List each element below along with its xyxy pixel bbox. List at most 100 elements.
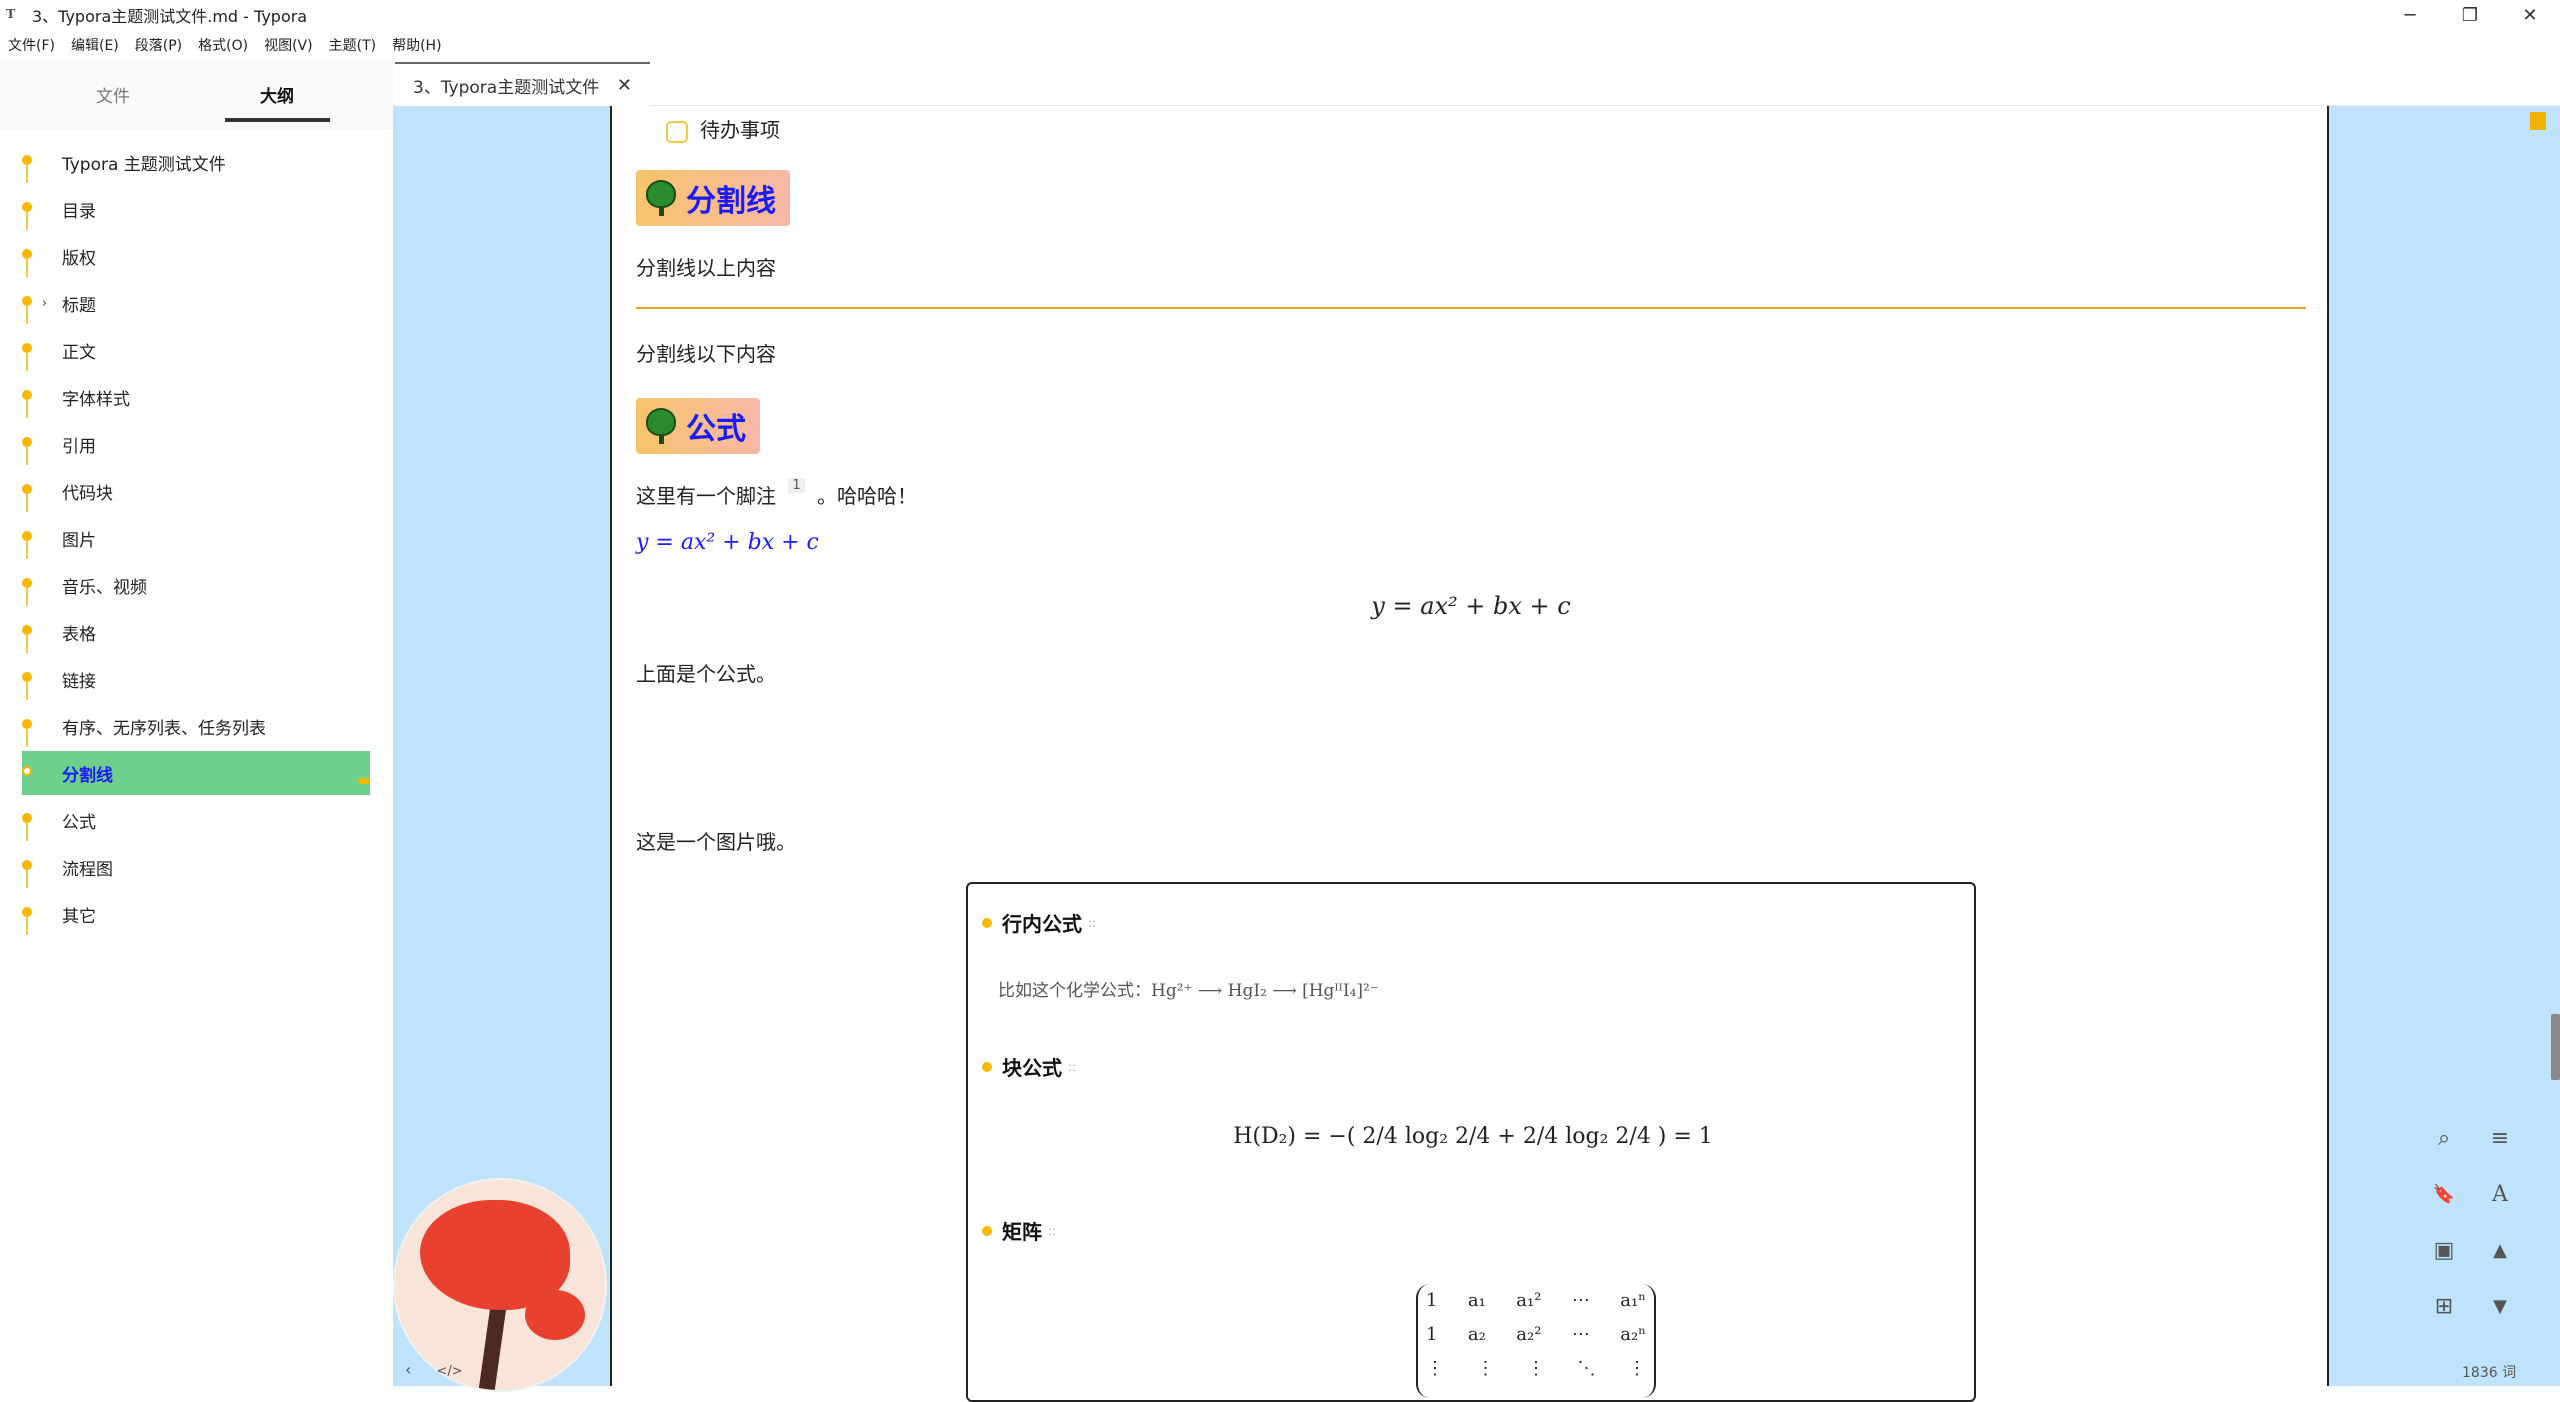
title-bar: T 3、Typora主题测试文件.md - Typora [0,0,2560,30]
matrix: 1 a₁ a₁² ⋯ a₁ⁿ 1 a₂ a₂² ⋯ a₂ⁿ ⋮ ⋮ ⋮ ⋱ ⋮ [1416,1284,1656,1398]
outline-item[interactable]: › 标题 [22,281,370,325]
sitemap-icon[interactable]: ⊞ [2422,1284,2466,1328]
footnote-tail: 。哈哈哈！ [817,484,917,508]
bullet-icon [982,1225,992,1236]
outline-item-active[interactable]: 分割线 [22,751,370,795]
outline-stem [26,447,28,465]
matrix-cell: 1 [1426,1290,1438,1311]
chemical-formula: 比如这个化学公式：Hg²⁺ ⟶ HgI₂ ⟶ [HgᴵᴵI₄]²⁻ [998,981,1379,1001]
display-formula[interactable]: y = ax² + bx + c [636,592,2306,620]
outline-stem [26,917,28,935]
outline-item[interactable]: 链接 [22,657,370,701]
embedded-image[interactable]: 行内公式 :: 比如这个化学公式：Hg²⁺ ⟶ HgI₂ ⟶ [HgᴵᴵI₄]²… [966,882,1976,1402]
matrix-cell: ⋮ [1628,1358,1646,1379]
outline-dot-icon [22,484,32,494]
close-tab-icon[interactable]: ✕ [617,75,632,96]
heading-formula: 公式 [636,398,760,454]
tab-files[interactable]: 文件 [96,82,130,107]
scroll-up-icon[interactable]: ▲ [2478,1228,2522,1272]
outline-stem [26,635,28,653]
outline-item[interactable]: 音乐、视频 [22,563,370,607]
font-icon[interactable]: A [2478,1172,2522,1216]
matrix-cell: a₁ [1467,1290,1486,1311]
menu-view[interactable]: 视图(V) [256,35,321,55]
menu-format[interactable]: 格式(O) [190,35,256,55]
menu-file[interactable]: 文件(F) [0,35,63,55]
matrix-cell: 1 [1426,1324,1438,1345]
outline-list-icon[interactable]: ≡ [2478,1116,2522,1160]
outline-item[interactable]: 字体样式 [22,375,370,419]
outline-item-label: 引用 [62,436,96,457]
outline-item[interactable]: 引用 [22,422,370,466]
matrix-cell: a₂ⁿ [1620,1324,1646,1345]
expand-chevron-icon[interactable]: › [42,296,47,311]
document-tab-title: 3、Typora主题测试文件 [413,77,600,98]
outline-item[interactable]: 表格 [22,610,370,654]
outline-item-label: 其它 [62,906,96,927]
bullet-icon [982,917,992,928]
task-text: 待办事项 [700,118,780,142]
outline-item-label: 目录 [62,201,96,222]
active-marker [358,778,370,784]
task-list-item: 待办事项 [666,114,780,143]
maximize-button[interactable]: ❐ [2440,0,2500,30]
source-code-mode-icon[interactable]: </> [437,1364,463,1379]
matrix-cell: a₂² [1516,1324,1542,1345]
close-window-button[interactable]: ✕ [2500,0,2560,30]
matrix-cell: a₁² [1516,1290,1542,1311]
section-title: 行内公式 [1002,912,1082,936]
image-icon[interactable]: ▣ [2422,1228,2466,1272]
matrix-cell: a₂ [1467,1324,1486,1345]
tab-outline[interactable]: 大纲 [260,82,294,107]
outline-item-label: 链接 [62,671,96,692]
scrollbar-thumb[interactable] [2551,1014,2560,1080]
outline-item[interactable]: Typora 主题测试文件 [22,140,370,184]
outline-item[interactable]: 公式 [22,798,370,842]
footnote-paragraph: 这里有一个脚注 1 。哈哈哈！ [636,478,917,509]
outline-item[interactable]: 代码块 [22,469,370,513]
word-count[interactable]: 1836 词 [2462,1362,2516,1382]
drag-handle-icon: :: [1068,1059,1077,1074]
matrix-cell: ⋱ [1577,1358,1596,1379]
inline-formula[interactable]: y = ax² + bx + c [636,530,819,555]
outline-dot-icon [22,578,32,588]
outline-stem [26,870,28,888]
menu-help[interactable]: 帮助(H) [384,35,449,55]
outline-stem [26,588,28,606]
outline-item-label: 代码块 [62,483,113,504]
menu-theme[interactable]: 主题(T) [321,35,384,55]
document-tab[interactable]: 3、Typora主题测试文件 ✕ [395,62,650,106]
outline-stem [26,682,28,700]
collapse-sidebar-icon[interactable]: ‹ [405,1360,411,1379]
outline-item[interactable]: 图片 [22,516,370,560]
paragraph-after-formula: 上面是个公式。 [636,662,776,686]
matrix-row: 1 a₂ a₂² ⋯ a₂ⁿ [1426,1324,1646,1358]
outline-dot-icon [22,296,32,306]
editor-page[interactable]: 待办事项 分割线 分割线以上内容 分割线以下内容 公式 这里有一个脚注 1 。哈… [610,106,2329,1402]
outline-item[interactable]: 有序、无序列表、任务列表 [22,704,370,748]
bookmark-icon[interactable]: 🔖 [2422,1172,2466,1216]
matrix-cell: ⋮ [1527,1358,1545,1379]
outline-dot-icon [22,437,32,447]
outline-item[interactable]: 版权 [22,234,370,278]
outline-item[interactable]: 其它 [22,892,370,936]
task-checkbox[interactable] [666,120,688,143]
menu-paragraph[interactable]: 段落(P) [127,35,190,55]
scroll-down-icon[interactable]: ▼ [2478,1284,2522,1328]
outline-dot-icon [22,155,32,165]
tree-icon [646,408,676,444]
outline-item[interactable]: 目录 [22,187,370,231]
outline-stem [26,494,28,512]
document-tab-bar: 3、Typora主题测试文件 ✕ [393,60,2560,106]
outline-item[interactable]: 流程图 [22,845,370,889]
outline-stem [26,541,28,559]
outline-item[interactable]: 正文 [22,328,370,372]
outline-dot-icon [22,390,32,400]
search-icon[interactable]: ⌕ [2422,1116,2466,1160]
footnote-ref[interactable]: 1 [788,478,805,494]
menu-edit[interactable]: 编辑(E) [63,35,127,55]
typora-app-icon: T [6,7,16,22]
outline-stem [26,400,28,418]
outline-dot-icon [22,907,32,917]
minimize-button[interactable]: ─ [2380,0,2440,30]
